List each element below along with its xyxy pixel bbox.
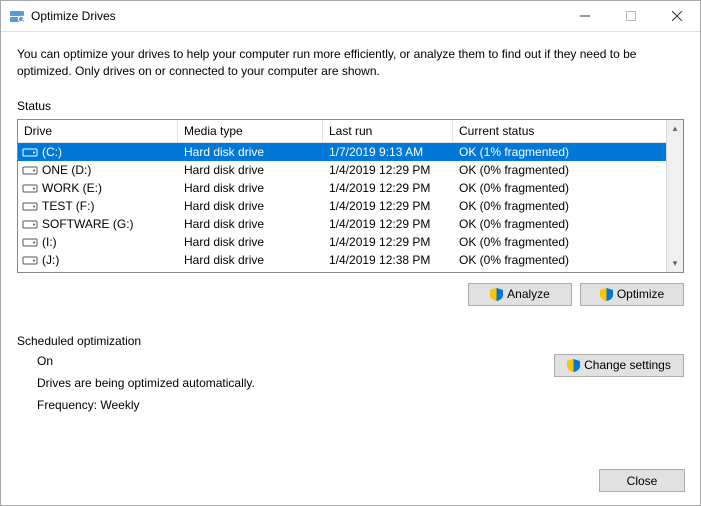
drive-name: (C:)	[42, 145, 62, 159]
drive-media: Hard disk drive	[178, 181, 323, 195]
drive-media: Hard disk drive	[178, 217, 323, 231]
list-rows: (C:)Hard disk drive1/7/2019 9:13 AMOK (1…	[18, 143, 666, 272]
drive-last-run: 1/7/2019 9:13 AM	[323, 145, 453, 159]
drive-status: OK (0% fragmented)	[453, 217, 666, 231]
drive-last-run: 1/4/2019 12:38 PM	[323, 253, 453, 267]
window-title: Optimize Drives	[31, 9, 562, 23]
drive-last-run: 1/4/2019 12:29 PM	[323, 199, 453, 213]
drive-status: OK (0% fragmented)	[453, 253, 666, 267]
table-row[interactable]: (J:) Hard disk drive1/4/2019 12:38 PMOK (…	[18, 251, 666, 269]
drive-media: Hard disk drive	[178, 253, 323, 267]
shield-icon	[567, 359, 580, 372]
drive-icon	[22, 217, 38, 231]
drive-status: OK (0% fragmented)	[453, 163, 666, 177]
change-settings-label: Change settings	[584, 358, 671, 372]
scheduled-freq: Frequency: Weekly	[37, 398, 554, 412]
analyze-label: Analyze	[507, 287, 550, 301]
drive-name: TEST (F:)	[42, 199, 94, 213]
scheduled-desc: Drives are being optimized automatically…	[37, 376, 554, 390]
drive-media: Hard disk drive	[178, 199, 323, 213]
minimize-button[interactable]	[562, 1, 608, 31]
drive-last-run: 1/4/2019 12:29 PM	[323, 163, 453, 177]
status-label: Status	[17, 99, 684, 113]
col-media[interactable]: Media type	[178, 120, 323, 142]
scrollbar[interactable]: ▴ ▾	[666, 120, 683, 272]
drive-name: ONE (D:)	[42, 163, 91, 177]
scroll-up-icon[interactable]: ▴	[667, 120, 683, 137]
scheduled-info: On Drives are being optimized automatica…	[17, 354, 554, 420]
table-row[interactable]: SOFTWARE (G:) Hard disk drive1/4/2019 12:…	[18, 215, 666, 233]
shield-icon	[600, 288, 613, 301]
close-dialog-button[interactable]: Close	[599, 469, 685, 492]
col-status[interactable]: Current status	[453, 120, 666, 142]
optimize-label: Optimize	[617, 287, 664, 301]
close-button[interactable]	[654, 1, 700, 31]
drive-icon	[22, 145, 38, 159]
titlebar: Optimize Drives	[1, 1, 700, 32]
intro-text: You can optimize your drives to help you…	[17, 46, 684, 81]
change-settings-button[interactable]: Change settings	[554, 354, 684, 377]
drive-media: Hard disk drive	[178, 145, 323, 159]
drive-status: OK (0% fragmented)	[453, 199, 666, 213]
drive-icon	[22, 163, 38, 177]
drive-name: (I:)	[42, 235, 57, 249]
drive-list: Drive Media type Last run Current status…	[17, 119, 684, 273]
drive-last-run: 1/4/2019 12:29 PM	[323, 217, 453, 231]
drive-last-run: 1/4/2019 12:29 PM	[323, 181, 453, 195]
analyze-button[interactable]: Analyze	[468, 283, 572, 306]
drive-status: OK (1% fragmented)	[453, 145, 666, 159]
drive-icon	[22, 181, 38, 195]
window-controls	[562, 1, 700, 31]
table-row[interactable]: ONE (D:) Hard disk drive1/4/2019 12:29 PM…	[18, 161, 666, 179]
drive-media: Hard disk drive	[178, 235, 323, 249]
table-row[interactable]: WORK (E:) Hard disk drive1/4/2019 12:29 P…	[18, 179, 666, 197]
table-row[interactable]: TEST (F:) Hard disk drive1/4/2019 12:29 P…	[18, 197, 666, 215]
scheduled-label: Scheduled optimization	[17, 334, 684, 348]
optimize-button[interactable]: Optimize	[580, 283, 684, 306]
maximize-button[interactable]	[608, 1, 654, 31]
scroll-track[interactable]	[667, 137, 683, 255]
scroll-down-icon[interactable]: ▾	[667, 255, 683, 272]
drive-last-run: 1/4/2019 12:29 PM	[323, 235, 453, 249]
drive-status: OK (0% fragmented)	[453, 181, 666, 195]
drive-name: (J:)	[42, 253, 59, 267]
shield-icon	[490, 288, 503, 301]
col-last[interactable]: Last run	[323, 120, 453, 142]
drive-media: Hard disk drive	[178, 163, 323, 177]
close-label: Close	[627, 474, 658, 488]
list-header: Drive Media type Last run Current status	[18, 120, 666, 143]
drive-name: SOFTWARE (G:)	[42, 217, 134, 231]
table-row[interactable]: (I:) Hard disk drive1/4/2019 12:29 PMOK (…	[18, 233, 666, 251]
table-row[interactable]: (C:) Hard disk drive1/7/2019 9:13 AMOK (1…	[18, 143, 666, 161]
drive-icon	[22, 235, 38, 249]
drive-name: WORK (E:)	[42, 181, 102, 195]
drive-icon	[22, 199, 38, 213]
scheduled-state: On	[37, 354, 554, 368]
drive-status: OK (0% fragmented)	[453, 235, 666, 249]
drive-icon	[22, 253, 38, 267]
col-drive[interactable]: Drive	[18, 120, 178, 142]
app-icon	[9, 8, 25, 24]
